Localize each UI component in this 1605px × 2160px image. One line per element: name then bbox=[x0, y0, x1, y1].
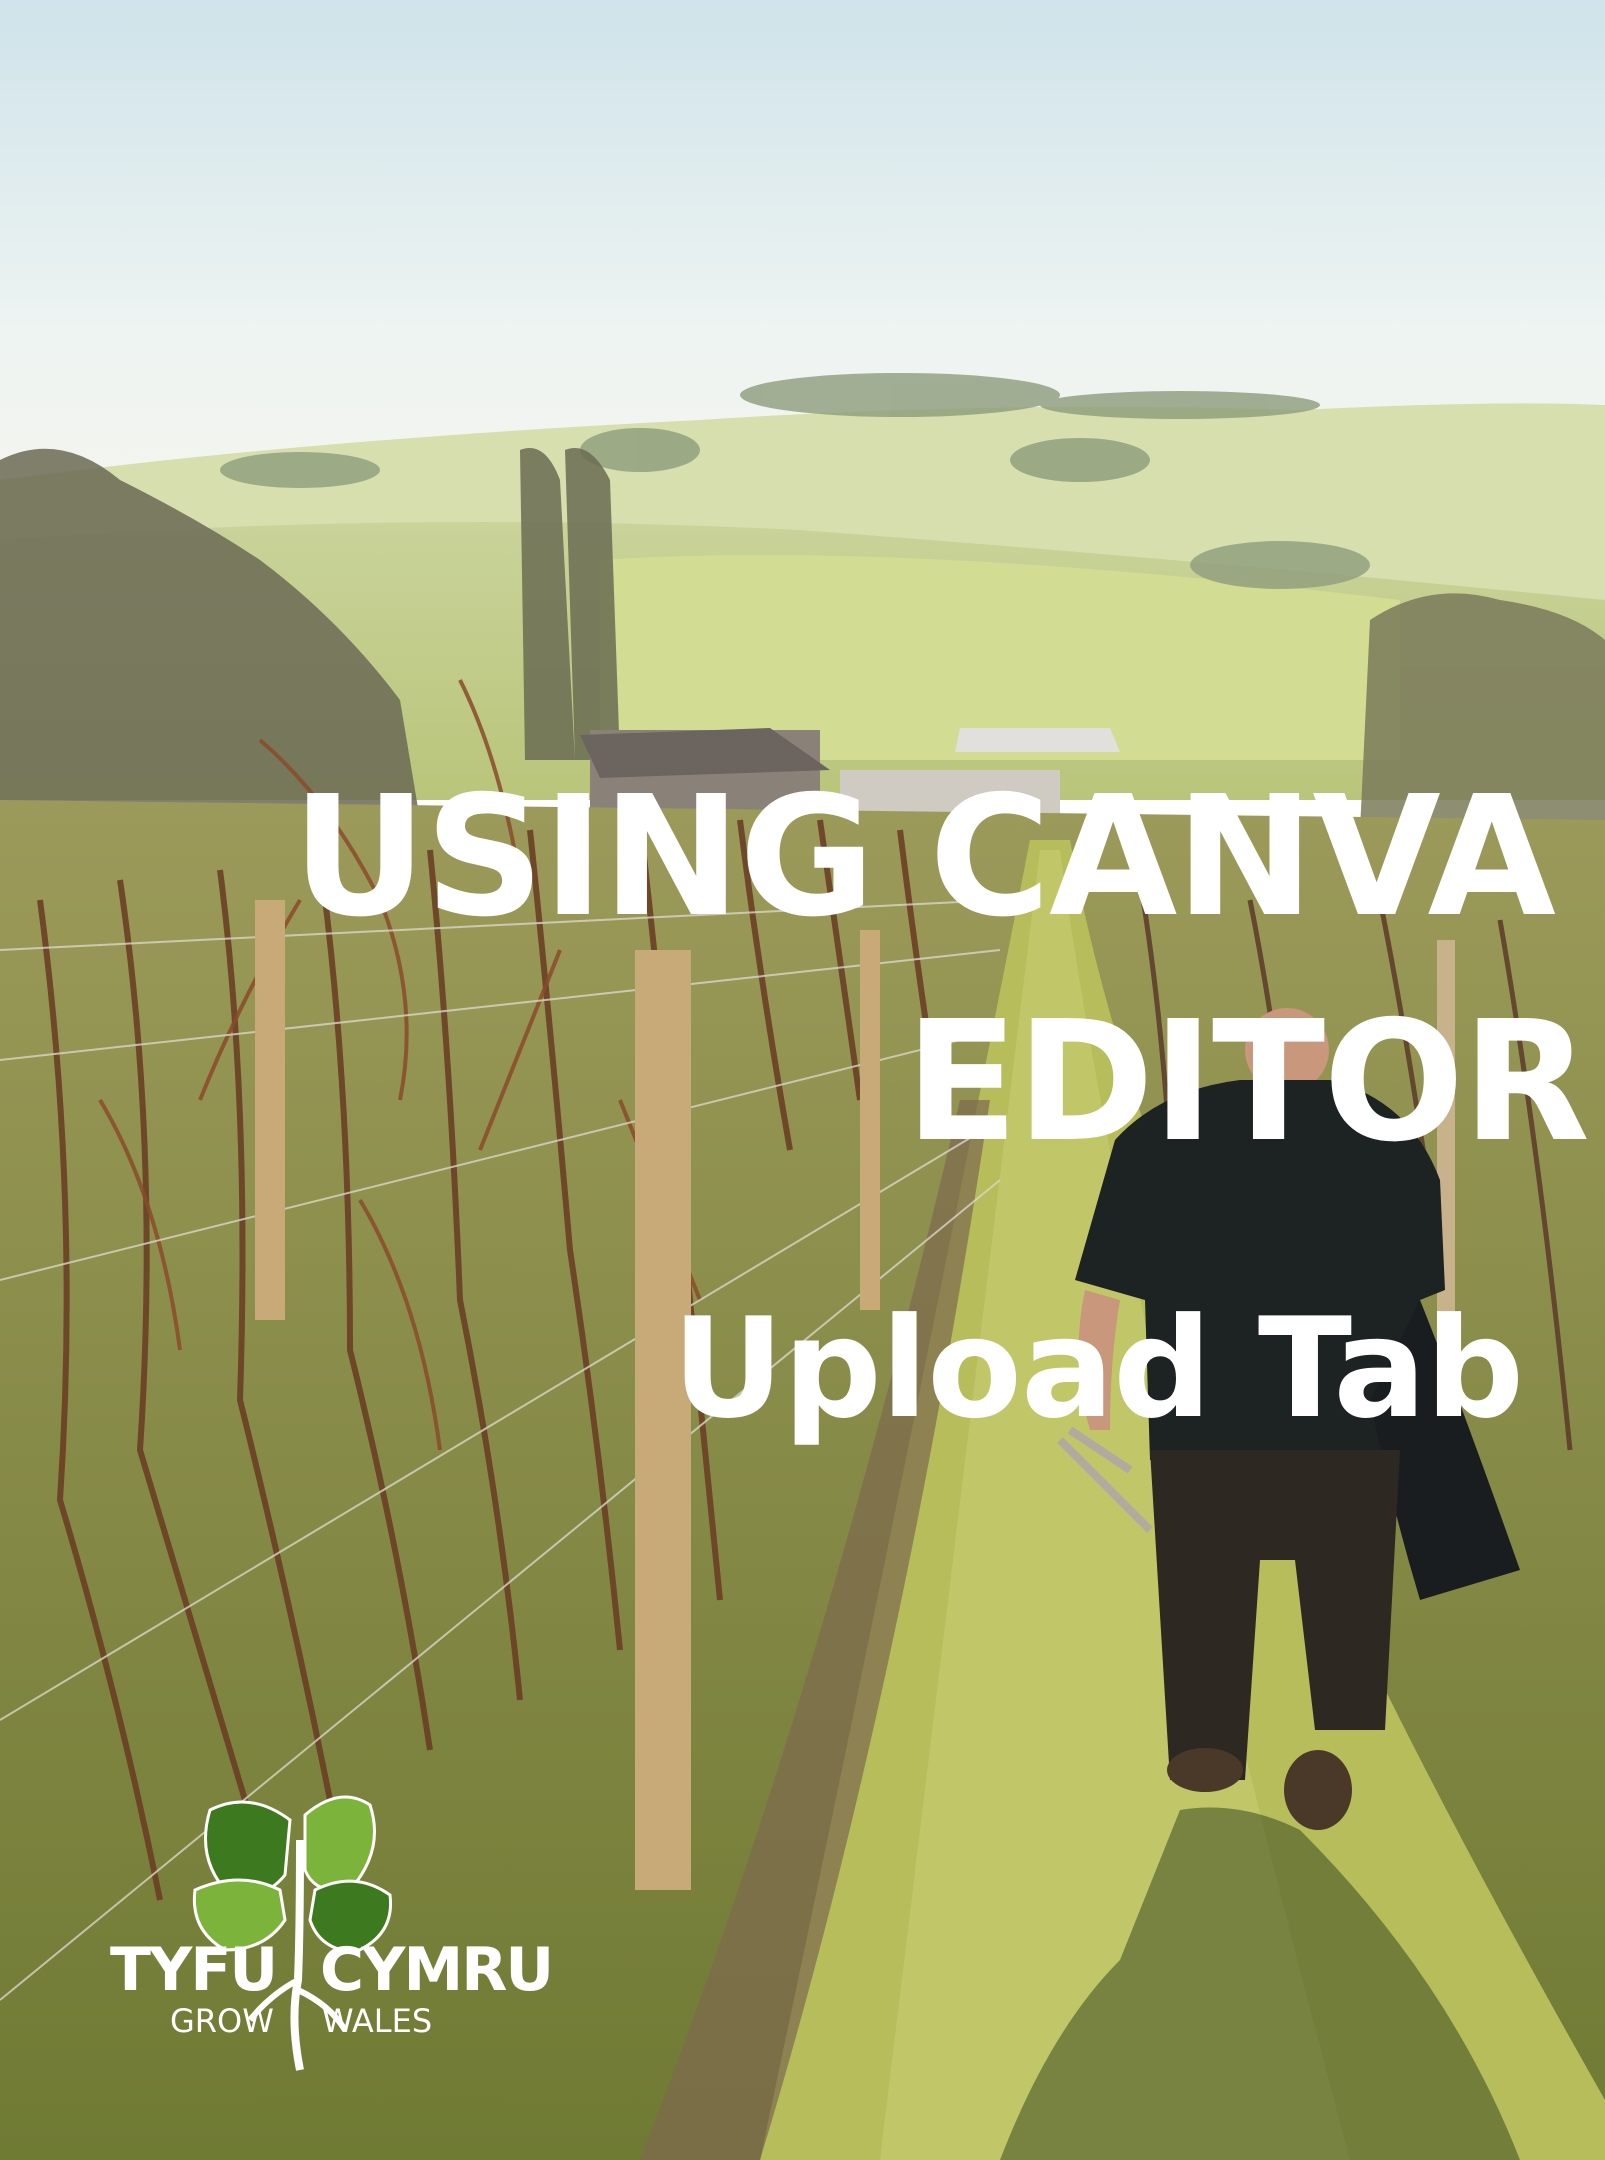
logo-text-cymru: CYMRU bbox=[320, 1935, 554, 2005]
title-line-2: EDITOR bbox=[905, 986, 1590, 1179]
poplar-trees bbox=[520, 448, 620, 760]
logo-tagline-grow: GROW bbox=[170, 2002, 274, 2040]
subtitle: Upload Tab bbox=[672, 1288, 1524, 1449]
title-line-1: USING CANVA bbox=[292, 761, 1556, 954]
logo-text-tyfu: TYFU bbox=[110, 1935, 278, 2005]
tyfu-cymru-logo: TYFU CYMRU GROW WALES bbox=[100, 1780, 560, 2080]
logo-tagline-wales: WALES bbox=[322, 2002, 433, 2040]
